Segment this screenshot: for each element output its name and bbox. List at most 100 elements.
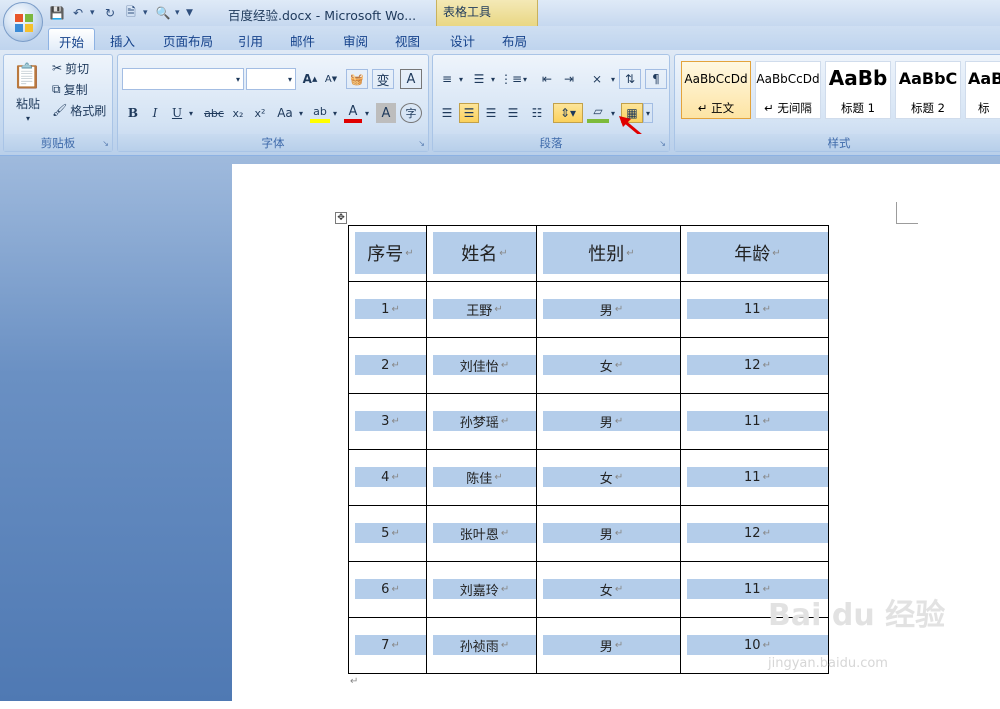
tab-insert[interactable]: 插入: [100, 28, 145, 50]
tab-mailings[interactable]: 邮件: [280, 28, 325, 50]
font-name-combobox[interactable]: ▾: [122, 68, 244, 90]
subscript-button[interactable]: x₂: [228, 103, 248, 123]
shading-bucket-icon[interactable]: ▱: [587, 103, 609, 123]
table-cell[interactable]: 12 ↵: [680, 505, 829, 562]
new-dropdown-icon[interactable]: ▾: [143, 8, 151, 18]
font-launcher-icon[interactable]: ↘: [418, 139, 425, 148]
tab-review[interactable]: 审阅: [333, 28, 378, 50]
table-header-cell[interactable]: 性别 ↵: [536, 225, 681, 282]
undo-dropdown-icon[interactable]: ▾: [90, 8, 98, 18]
redo-icon[interactable]: ↻: [101, 5, 119, 22]
table-cell[interactable]: 女 ↵: [536, 337, 681, 394]
table-cell[interactable]: 女 ↵: [536, 561, 681, 618]
table-cell[interactable]: 11 ↵: [680, 281, 829, 338]
table-cell[interactable]: 1 ↵: [348, 281, 427, 338]
table-header-cell[interactable]: 年龄 ↵: [680, 225, 829, 282]
multilevel-dropdown-icon[interactable]: ▾: [521, 69, 529, 89]
paste-button[interactable]: 粘贴: [8, 95, 48, 111]
undo-icon[interactable]: ↶: [69, 5, 87, 22]
style-heading-2[interactable]: AaBbC 标题 2: [895, 61, 961, 119]
bullets-icon[interactable]: ≡: [437, 69, 457, 89]
table-cell[interactable]: 男 ↵: [536, 281, 681, 338]
bold-button[interactable]: B: [124, 103, 142, 123]
tab-table-design[interactable]: 设计: [440, 28, 485, 50]
superscript-button[interactable]: x²: [250, 103, 270, 123]
table-cell[interactable]: 男 ↵: [536, 393, 681, 450]
underline-dropdown-icon[interactable]: ▾: [186, 103, 196, 123]
numbering-icon[interactable]: ☰: [469, 69, 489, 89]
table-cell[interactable]: 孙祯雨 ↵: [426, 617, 537, 674]
table-cell[interactable]: 4 ↵: [348, 449, 427, 506]
asian-layout-icon[interactable]: ⨯: [585, 69, 609, 89]
tab-page-layout[interactable]: 页面布局: [153, 28, 223, 50]
new-document-icon[interactable]: 🗎: [122, 5, 140, 22]
style-normal[interactable]: AaBbCcDd ↵ 正文: [681, 61, 751, 119]
table-cell[interactable]: 男 ↵: [536, 505, 681, 562]
numbering-dropdown-icon[interactable]: ▾: [489, 69, 497, 89]
grow-font-button[interactable]: A ▲: [301, 69, 319, 89]
show-hide-marks-icon[interactable]: ¶: [645, 69, 667, 89]
print-preview-icon[interactable]: 🔍: [154, 5, 172, 22]
shading-dropdown-icon[interactable]: ▾: [609, 103, 617, 123]
tab-view[interactable]: 视图: [385, 28, 430, 50]
bullets-dropdown-icon[interactable]: ▾: [457, 69, 465, 89]
asian-layout-dropdown-icon[interactable]: ▾: [609, 69, 617, 89]
change-case-button[interactable]: Aa: [274, 103, 296, 123]
style-no-spacing[interactable]: AaBbCcDd ↵ 无间隔: [755, 61, 821, 119]
strikethrough-button[interactable]: abc: [202, 103, 226, 123]
enclose-characters-button[interactable]: 字: [400, 103, 422, 123]
align-center-icon[interactable]: ☰: [459, 103, 479, 123]
table-cell[interactable]: 5 ↵: [348, 505, 427, 562]
decrease-indent-icon[interactable]: ⇤: [537, 69, 557, 89]
font-size-combobox[interactable]: ▾: [246, 68, 296, 90]
underline-button[interactable]: U: [168, 103, 186, 123]
highlight-dropdown-icon[interactable]: ▾: [330, 103, 340, 123]
format-painter-button[interactable]: 🖌 格式刷: [52, 101, 106, 119]
style-title[interactable]: AaB 标: [965, 61, 1000, 119]
italic-button[interactable]: I: [146, 103, 164, 123]
tab-table-layout[interactable]: 布局: [492, 28, 537, 50]
shrink-font-button[interactable]: A ▼: [322, 69, 340, 89]
style-heading-1[interactable]: AaBb 标题 1: [825, 61, 891, 119]
phonetic-guide-button[interactable]: 变: [372, 69, 394, 89]
font-color-icon[interactable]: A: [344, 103, 362, 123]
justify-icon[interactable]: ☰: [503, 103, 523, 123]
distributed-icon[interactable]: ☷: [527, 103, 547, 123]
font-color-dropdown-icon[interactable]: ▾: [362, 103, 372, 123]
table-cell[interactable]: 2 ↵: [348, 337, 427, 394]
table-header-cell[interactable]: 姓名 ↵: [426, 225, 537, 282]
table-header-cell[interactable]: 序号 ↵: [348, 225, 427, 282]
paragraph-launcher-icon[interactable]: ↘: [659, 139, 666, 148]
copy-button[interactable]: ⧉ 复制: [52, 80, 88, 98]
clipboard-launcher-icon[interactable]: ↘: [102, 139, 109, 148]
align-right-icon[interactable]: ☰: [481, 103, 501, 123]
change-case-dropdown-icon[interactable]: ▾: [296, 103, 306, 123]
table-cell[interactable]: 刘嘉玲 ↵: [426, 561, 537, 618]
table-cell[interactable]: 11 ↵: [680, 393, 829, 450]
clear-formatting-icon[interactable]: 🧺: [346, 69, 368, 89]
table-cell[interactable]: 12 ↵: [680, 337, 829, 394]
table-cell[interactable]: 王野 ↵: [426, 281, 537, 338]
save-icon[interactable]: 💾: [48, 5, 66, 22]
tab-home[interactable]: 开始: [48, 28, 96, 50]
multilevel-list-icon[interactable]: ⋮≡: [500, 69, 522, 89]
tab-references[interactable]: 引用: [228, 28, 273, 50]
highlight-icon[interactable]: ab: [310, 103, 330, 123]
table-cell[interactable]: 陈佳 ↵: [426, 449, 537, 506]
line-spacing-icon[interactable]: ⇕▾: [553, 103, 583, 123]
character-border-button[interactable]: A: [400, 69, 422, 89]
customize-qat-icon[interactable]: ▼: [186, 8, 200, 18]
table-cell[interactable]: 刘佳怡 ↵: [426, 337, 537, 394]
print-preview-dropdown-icon[interactable]: ▾: [175, 8, 183, 18]
table-cell[interactable]: 女 ↵: [536, 449, 681, 506]
office-button[interactable]: [3, 2, 43, 42]
sort-icon[interactable]: ⇅: [619, 69, 641, 89]
cut-button[interactable]: ✂ 剪切: [52, 59, 89, 77]
increase-indent-icon[interactable]: ⇥: [559, 69, 579, 89]
table-cell[interactable]: 男 ↵: [536, 617, 681, 674]
table-cell[interactable]: 11 ↵: [680, 449, 829, 506]
table-cell[interactable]: 孙梦瑶 ↵: [426, 393, 537, 450]
align-left-icon[interactable]: ☰: [437, 103, 457, 123]
table-move-handle-icon[interactable]: ✥: [335, 212, 347, 224]
table-cell[interactable]: 7 ↵: [348, 617, 427, 674]
